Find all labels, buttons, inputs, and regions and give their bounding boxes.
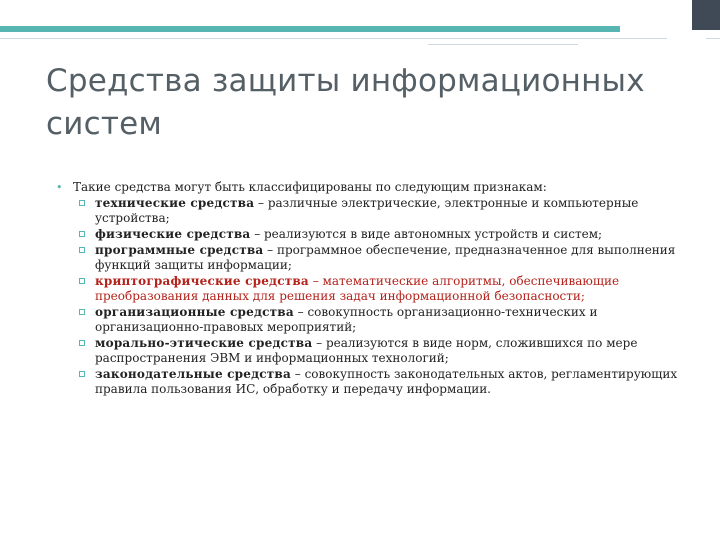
thin-line-right: [706, 38, 720, 39]
square-bullet-icon: [79, 340, 85, 346]
bullet-icon: •: [56, 181, 63, 194]
square-bullet-icon: [79, 309, 85, 315]
item-term: организационные средства: [95, 305, 294, 319]
item-term: технические средства: [95, 196, 255, 210]
slide-title: Средства защиты информационных систем: [46, 63, 645, 142]
dark-corner-block: [692, 0, 720, 30]
top-decoration: [0, 0, 720, 48]
thin-line: [0, 38, 667, 39]
square-bullet-icon: [79, 278, 85, 284]
item-term: физические средства: [95, 227, 251, 241]
square-bullet-icon: [79, 231, 85, 237]
item-term: законодательные средства: [95, 367, 291, 381]
item-term: морально-этические средства: [95, 336, 313, 350]
list-item: морально-этические средства – реализуютс…: [79, 336, 696, 366]
list-item-highlighted: криптографические средства – математичес…: [79, 274, 696, 304]
means-list: технические средства – различные электри…: [56, 196, 696, 397]
list-item: законодательные средства – совокупность …: [79, 367, 696, 397]
slide-content: • Такие средства могут быть классифициро…: [56, 180, 696, 398]
intro-paragraph: • Такие средства могут быть классифициро…: [56, 180, 696, 195]
accent-bar: [0, 26, 620, 32]
item-term: криптографические средства: [95, 274, 309, 288]
item-term: программные средства: [95, 243, 264, 257]
thin-line-short: [428, 44, 578, 45]
item-desc: – реализуются в виде автономных устройст…: [250, 227, 603, 241]
list-item: организационные средства – совокупность …: [79, 305, 696, 335]
list-item: физические средства – реализуются в виде…: [79, 227, 696, 242]
square-bullet-icon: [79, 371, 85, 377]
square-bullet-icon: [79, 200, 85, 206]
square-bullet-icon: [79, 247, 85, 253]
list-item: программные средства – программное обесп…: [79, 243, 696, 273]
intro-text: Такие средства могут быть классифицирова…: [73, 180, 547, 194]
list-item: технические средства – различные электри…: [79, 196, 696, 226]
